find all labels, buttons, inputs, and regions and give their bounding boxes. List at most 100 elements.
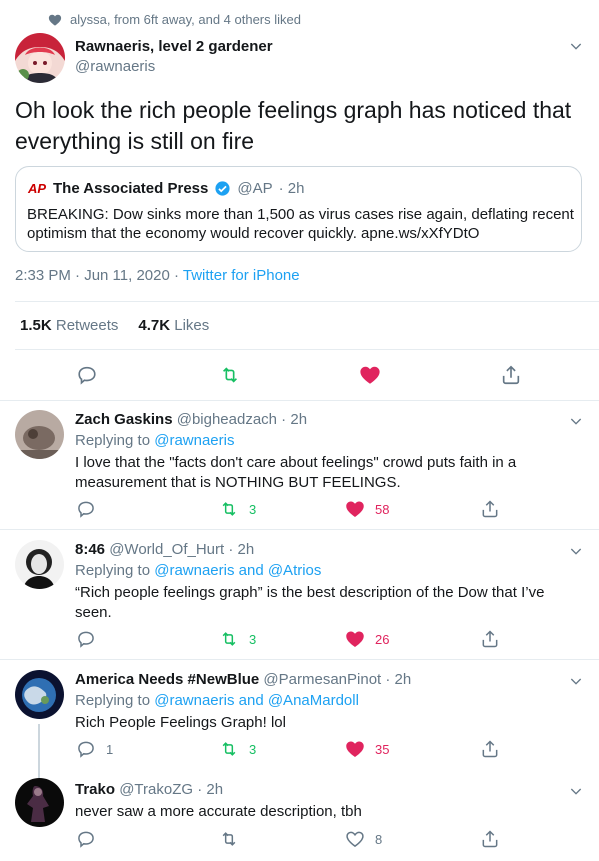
retweet-button[interactable] [219,364,241,386]
replying-prefix: Replying to [75,692,155,709]
reply-icon [78,631,94,648]
reply-button[interactable] [76,364,98,386]
quoted-author-handle: @AP [237,179,273,197]
chevron-down-icon[interactable] [568,413,584,429]
like-button[interactable]: 8 [345,829,382,849]
reply-author-handle[interactable]: @TrakoZG · 2h [119,781,223,798]
share-icon [482,500,498,518]
reply-header: America Needs #NewBlue @ParmesanPinot · … [75,671,411,688]
quoted-author-name: The Associated Press [53,179,209,197]
replying-to-link[interactable]: @rawnaeris and @AnaMardoll [154,692,359,709]
retweets-label: Retweets [55,317,119,334]
share-icon [502,365,520,385]
heart-filled-icon [346,631,364,647]
quoted-tweet[interactable]: AP The Associated Press @AP · 2h BREAKIN… [15,166,582,252]
like-count: 35 [375,741,390,757]
chevron-down-icon[interactable] [568,543,584,559]
author-handle[interactable]: @rawnaeris [75,58,155,75]
avatar[interactable] [15,778,64,827]
retweet-count: 3 [249,501,257,517]
reply-author-handle[interactable]: @World_Of_Hurt · 2h [109,541,254,558]
replying-to-link[interactable]: @rawnaeris [154,432,234,449]
reply-icon [78,366,96,385]
share-icon [482,740,498,758]
heart-icon [48,14,62,26]
reply-header: Trako @TrakoZG · 2h [75,781,223,798]
replying-to-link[interactable]: @rawnaeris and @Atrios [154,562,321,579]
retweet-icon [222,502,236,516]
retweet-icon [222,742,236,756]
reply-text: Rich People Feelings Graph! lol [75,714,286,731]
chevron-down-icon[interactable] [568,783,584,799]
ap-logo: AP [27,180,47,196]
tweet-stats: 1.5K Retweets 4.7K Likes [20,317,209,334]
replying-prefix: Replying to [75,562,155,579]
retweet-button[interactable]: 3 [219,739,256,759]
reply-button[interactable] [76,829,106,849]
replying-to: Replying to @rawnaeris and @Atrios [75,562,321,579]
tweet-text: Oh look the rich people feelings graph h… [15,97,572,154]
retweets-stat[interactable]: 1.5K Retweets [20,317,118,334]
share-icon [482,630,498,648]
share-icon [482,830,498,848]
chevron-down-icon[interactable] [568,38,584,54]
replying-to: Replying to @rawnaeris [75,432,234,449]
quoted-time: · 2h [278,179,305,197]
share-button[interactable] [480,629,500,649]
tweet-meta: 2:33 PM · Jun 11, 2020 · Twitter for iPh… [15,267,300,284]
retweet-icon [222,632,236,646]
reply-author-name[interactable]: Trako [75,781,115,798]
likes-stat[interactable]: 4.7K Likes [138,317,209,334]
quoted-text: BREAKING: Dow sinks more than 1,500 as v… [27,206,574,242]
reply-text: “Rich people feelings graph” is the best… [75,584,545,621]
reply-button[interactable] [76,629,106,649]
avatar[interactable] [15,540,64,589]
like-button[interactable]: 35 [345,739,389,759]
like-count: 8 [375,831,383,847]
main-action-bar [0,364,599,388]
share-button[interactable] [480,499,500,519]
reply-header: Zach Gaskins @bigheadzach · 2h [75,411,307,428]
reply-text: never saw a more accurate description, t… [75,803,362,820]
retweet-button[interactable]: 3 [219,629,256,649]
source-link[interactable]: Twitter for iPhone [183,267,300,284]
reply-author-name[interactable]: Zach Gaskins [75,411,173,428]
share-button[interactable] [480,829,500,849]
like-button[interactable] [359,364,381,386]
reply-author-handle[interactable]: @bigheadzach · 2h [177,411,307,428]
reply-icon [78,831,94,848]
like-count: 26 [375,631,390,647]
heart-filled-icon [346,741,364,757]
reply-author-handle[interactable]: @ParmesanPinot · 2h [263,671,411,688]
retweet-button[interactable] [219,829,249,849]
heart-filled-icon [346,501,364,517]
reply-author-name[interactable]: 8:46 [75,541,105,558]
retweet-count: 3 [249,741,257,757]
retweet-button[interactable]: 3 [219,499,256,519]
divider [15,349,599,350]
like-button[interactable]: 26 [345,629,389,649]
timestamp[interactable]: 2:33 PM · Jun 11, 2020 · [15,267,183,284]
author-name[interactable]: Rawnaeris, level 2 gardener [75,38,273,55]
reply-icon [78,501,94,518]
avatar[interactable] [15,33,65,83]
reply-button[interactable]: 1 [76,739,113,759]
retweets-count: 1.5K [20,317,52,334]
reply-header: 8:46 @World_Of_Hurt · 2h [75,541,254,558]
reply-button[interactable] [76,499,106,519]
divider [0,400,599,401]
share-button[interactable] [480,739,500,759]
likes-label: Likes [174,317,210,334]
chevron-down-icon[interactable] [568,673,584,689]
divider [15,301,599,302]
retweet-icon [222,367,238,383]
like-count: 58 [375,501,390,517]
reply-author-name[interactable]: America Needs #NewBlue [75,671,259,688]
retweet-icon [222,832,236,846]
share-button[interactable] [500,364,522,386]
thread-connector [38,724,40,782]
avatar[interactable] [15,670,64,719]
like-button[interactable]: 58 [345,499,389,519]
avatar[interactable] [15,410,64,459]
reply-text: I love that the "facts don't care about … [75,454,517,491]
